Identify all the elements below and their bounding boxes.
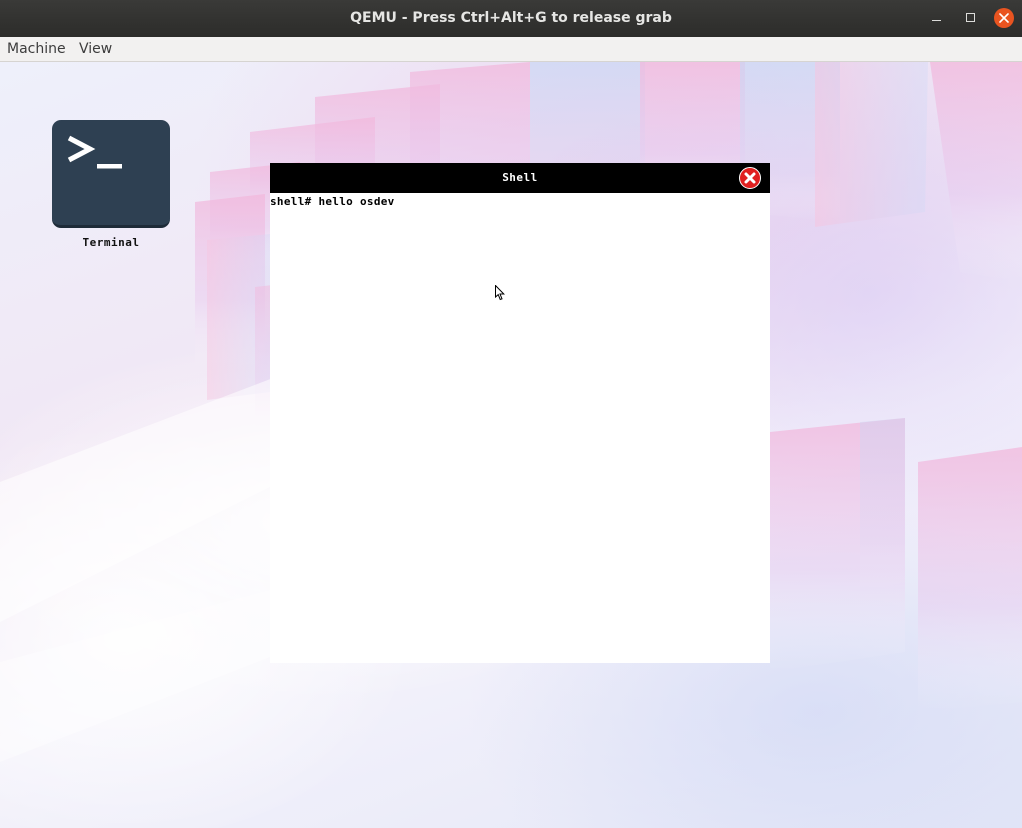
close-icon[interactable] (994, 8, 1014, 28)
guest-display[interactable]: Terminal Shell shell# hello osdev (0, 62, 1022, 828)
shell-window[interactable]: Shell shell# hello osdev (270, 163, 770, 663)
menu-view[interactable]: View (79, 37, 112, 61)
close-icon[interactable] (739, 167, 761, 189)
minimize-icon[interactable] (927, 8, 947, 28)
desktop-icon-label: Terminal (82, 236, 140, 249)
maximize-icon[interactable] (961, 8, 981, 28)
shell-line: shell# hello osdev (270, 195, 395, 208)
terminal-icon[interactable] (52, 120, 170, 228)
mouse-cursor-icon (495, 285, 505, 301)
menu-bar: Machine View (0, 37, 1022, 62)
shell-output[interactable]: shell# hello osdev (270, 193, 770, 663)
desktop-icon-terminal[interactable]: Terminal (52, 120, 170, 249)
title-bar[interactable]: QEMU - Press Ctrl+Alt+G to release grab (0, 0, 1022, 37)
shell-title: Shell (502, 171, 538, 184)
window-title: QEMU - Press Ctrl+Alt+G to release grab (350, 10, 672, 26)
qemu-app: QEMU - Press Ctrl+Alt+G to release grab … (0, 0, 1022, 828)
menu-machine[interactable]: Machine (7, 37, 66, 61)
shell-title-bar[interactable]: Shell (270, 163, 770, 193)
